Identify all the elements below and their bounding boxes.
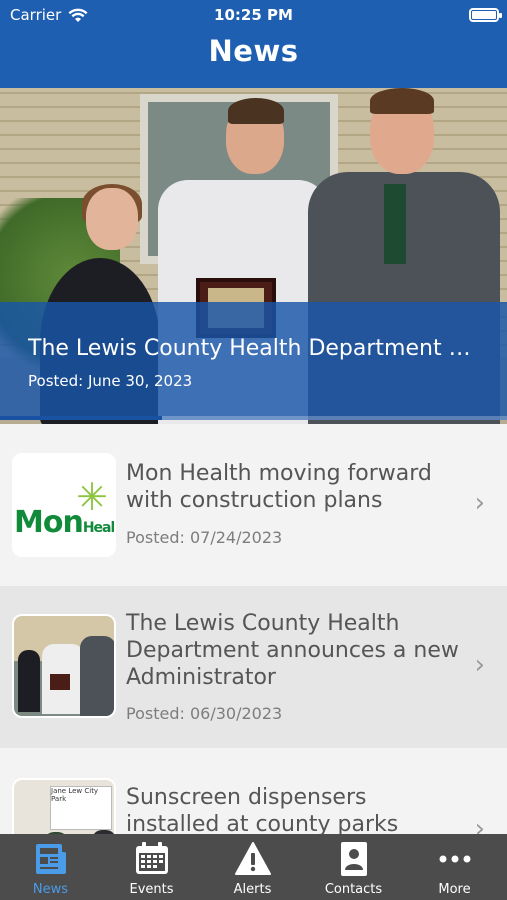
list-item[interactable]: ✳ MonHeal Mon Health moving forward with… bbox=[0, 424, 507, 586]
more-dots-icon bbox=[439, 855, 471, 863]
navigation-header: Carrier 10:25 PM News bbox=[0, 0, 507, 88]
tab-news[interactable]: News bbox=[0, 834, 101, 900]
tab-label: Alerts bbox=[233, 882, 272, 897]
tab-label: Events bbox=[129, 882, 174, 897]
tab-label: Contacts bbox=[324, 882, 383, 897]
featured-article[interactable]: The Lewis County Health Department annou… bbox=[0, 88, 507, 424]
tab-events[interactable]: Events bbox=[101, 834, 202, 900]
status-bar: Carrier 10:25 PM bbox=[0, 6, 507, 26]
contact-card-icon bbox=[341, 842, 367, 876]
featured-title: The Lewis County Health Department annou… bbox=[28, 336, 478, 361]
article-date: Posted: 07/24/2023 bbox=[126, 528, 283, 547]
article-title: Mon Health moving forward with construct… bbox=[126, 461, 432, 513]
list-item[interactable]: The Lewis County Health Department annou… bbox=[0, 586, 507, 748]
battery-icon bbox=[469, 8, 502, 22]
tab-label: News bbox=[32, 882, 69, 897]
tab-alerts[interactable]: Alerts bbox=[202, 834, 303, 900]
featured-date: Posted: June 30, 2023 bbox=[28, 372, 193, 390]
tab-bar: News Events Alerts Contacts More bbox=[0, 834, 507, 900]
article-thumbnail: ✳ MonHeal bbox=[12, 453, 116, 557]
article-title: Sunscreen dispensers installed at county… bbox=[126, 785, 399, 837]
article-date: Posted: 06/30/2023 bbox=[126, 704, 283, 723]
page-title: News bbox=[208, 34, 299, 68]
chevron-right-icon: › bbox=[474, 488, 485, 518]
clock: 10:25 PM bbox=[214, 6, 293, 24]
carousel-progress bbox=[0, 416, 507, 420]
newspaper-icon bbox=[36, 844, 66, 874]
calendar-icon bbox=[136, 842, 168, 874]
tab-contacts[interactable]: Contacts bbox=[303, 834, 404, 900]
tab-label: More bbox=[438, 882, 471, 897]
warning-icon bbox=[235, 842, 271, 875]
tab-more[interactable]: More bbox=[404, 834, 505, 900]
article-title: The Lewis County Health Department annou… bbox=[126, 611, 459, 690]
article-thumbnail bbox=[12, 614, 116, 718]
chevron-right-icon: › bbox=[474, 650, 485, 680]
